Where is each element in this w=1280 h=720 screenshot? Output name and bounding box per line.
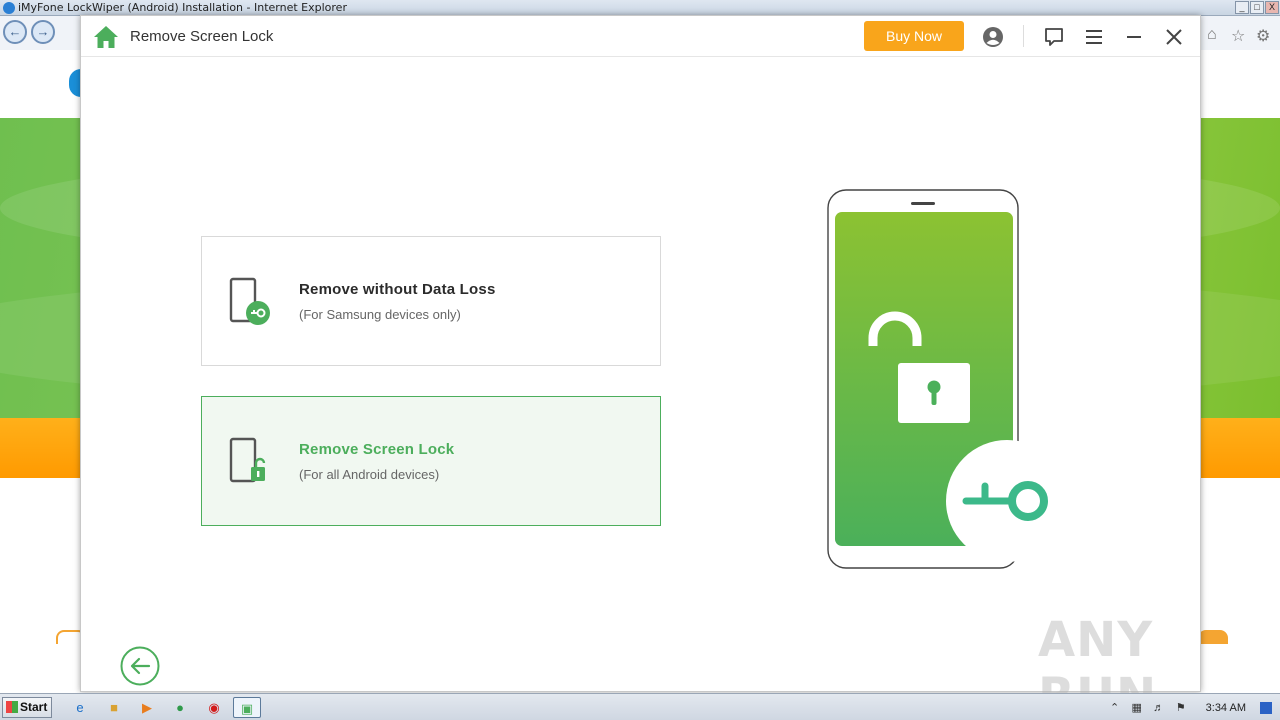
browser-title: iMyFone LockWiper (Android) Installation… xyxy=(18,1,347,14)
app-window: Remove Screen Lock Buy Now Remove withou… xyxy=(80,15,1201,692)
back-nav-icon[interactable]: ← xyxy=(3,20,27,44)
settings-gear-icon[interactable]: ⚙ xyxy=(1256,26,1270,46)
feedback-icon[interactable] xyxy=(1043,26,1065,48)
option-remove-without-data-loss[interactable]: Remove without Data Loss (For Samsung de… xyxy=(201,236,661,366)
action-center-flag-icon[interactable]: ⚑ xyxy=(1174,701,1188,715)
network-icon[interactable]: ▦ xyxy=(1130,701,1144,715)
page-title: Remove Screen Lock xyxy=(130,28,274,45)
home-icon[interactable] xyxy=(93,25,119,49)
ie-taskbar-icon[interactable]: e xyxy=(66,697,94,718)
close-icon[interactable] xyxy=(1163,26,1185,48)
option-title: Remove without Data Loss xyxy=(299,281,496,298)
app-header: Remove Screen Lock Buy Now xyxy=(81,16,1200,57)
show-desktop-icon[interactable] xyxy=(1260,701,1272,714)
menu-icon[interactable] xyxy=(1083,26,1105,48)
clock[interactable]: 3:34 AM xyxy=(1206,702,1246,714)
tray-expand-icon[interactable]: ⌃ xyxy=(1108,701,1122,715)
volume-icon[interactable]: ♬ xyxy=(1152,701,1166,715)
browser-window-controls: _ □ X xyxy=(1235,1,1279,14)
minimize-icon[interactable] xyxy=(1123,26,1145,48)
start-button[interactable]: Start xyxy=(2,697,52,718)
phone-key-icon xyxy=(229,277,270,325)
option-remove-screen-lock[interactable]: Remove Screen Lock (For all Android devi… xyxy=(201,396,661,526)
windows-logo-icon xyxy=(6,701,18,713)
start-label: Start xyxy=(20,700,48,714)
buy-now-button[interactable]: Buy Now xyxy=(864,21,964,51)
favorites-star-icon[interactable]: ☆ xyxy=(1231,26,1245,46)
header-divider xyxy=(1023,25,1024,47)
back-arrow-icon[interactable] xyxy=(120,646,160,686)
browser-titlebar: iMyFone LockWiper (Android) Installation… xyxy=(0,0,1280,16)
explorer-folder-icon[interactable]: ■ xyxy=(100,697,128,718)
forward-nav-icon[interactable]: → xyxy=(31,20,55,44)
home-browser-icon[interactable]: ⌂ xyxy=(1207,26,1217,44)
option-title: Remove Screen Lock xyxy=(299,441,455,458)
system-tray: ⌃ ▦ ♬ ⚑ 3:34 AM xyxy=(1108,694,1280,720)
unlock-phone-illustration xyxy=(827,189,1068,569)
phone-unlock-icon xyxy=(229,437,266,483)
chrome-icon[interactable]: ● xyxy=(166,697,194,718)
option-subtitle: (For all Android devices) xyxy=(299,467,440,482)
taskbar: Start e ■ ▶ ● ◉ ▣ ⌃ ▦ ♬ ⚑ 3:34 AM xyxy=(0,693,1280,720)
opera-icon[interactable]: ◉ xyxy=(200,697,228,718)
ie-icon xyxy=(3,2,15,14)
close-button[interactable]: X xyxy=(1265,1,1279,14)
media-player-icon[interactable]: ▶ xyxy=(133,697,161,718)
maximize-button[interactable]: □ xyxy=(1250,1,1264,14)
account-icon[interactable] xyxy=(982,26,1004,48)
lockwiper-taskbar-icon[interactable]: ▣ xyxy=(233,697,261,718)
screen: iMyFone LockWiper (Android) Installation… xyxy=(0,0,1280,720)
option-subtitle: (For Samsung devices only) xyxy=(299,307,461,322)
minimize-button[interactable]: _ xyxy=(1235,1,1249,14)
